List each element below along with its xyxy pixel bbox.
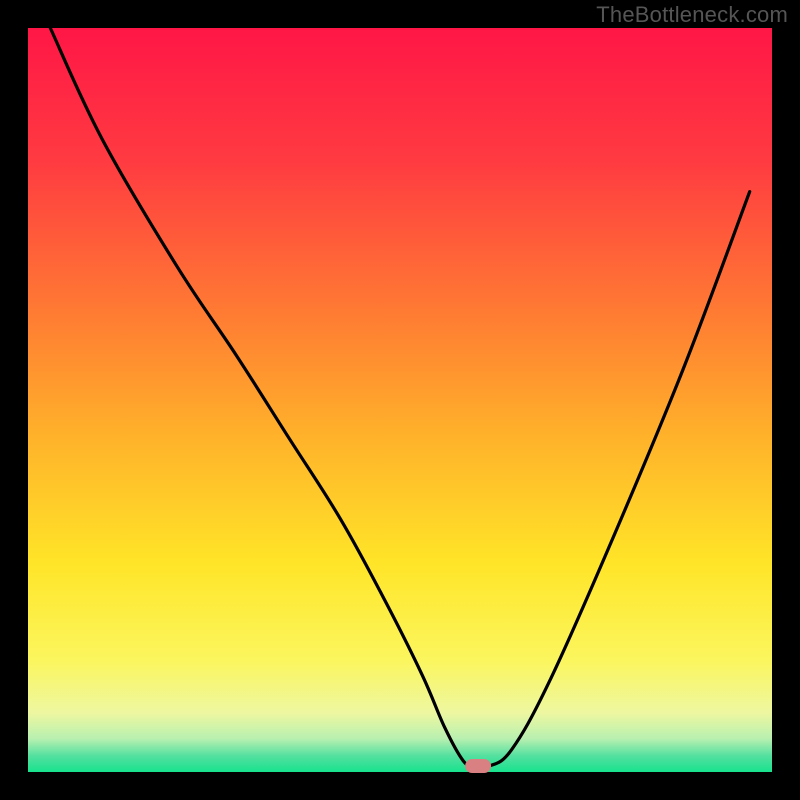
watermark-text: TheBottleneck.com (596, 2, 788, 28)
optimal-marker (465, 759, 491, 773)
bottleneck-chart (0, 0, 800, 800)
chart-container: TheBottleneck.com (0, 0, 800, 800)
